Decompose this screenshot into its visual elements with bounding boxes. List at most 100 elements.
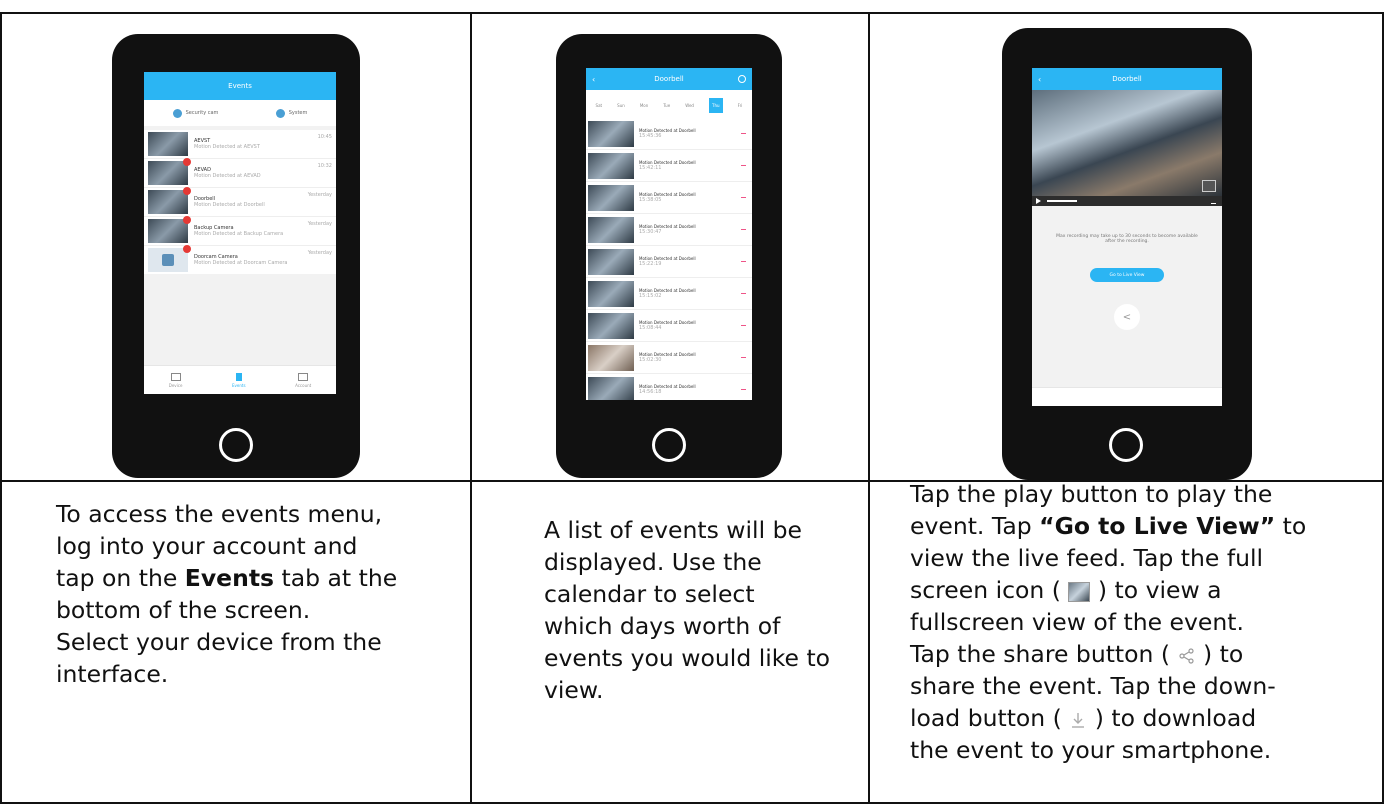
filter-system[interactable]: System [275, 108, 307, 118]
list-item[interactable]: AEVST Motion Detected at AEVST 10:45 [144, 130, 336, 159]
list-item[interactable]: Motion Detected at Doorbell 15:38:05 [586, 182, 752, 214]
calendar-day[interactable]: Wed [685, 103, 694, 108]
back-arrow-icon[interactable]: ‹ [1038, 75, 1041, 84]
settings-icon[interactable] [738, 75, 746, 83]
tab-device[interactable]: Device [169, 372, 182, 388]
account-tab-icon [298, 372, 309, 381]
device-list: AEVST Motion Detected at AEVST 10:45 AEV… [144, 130, 336, 274]
instruction-line: events you would like to [544, 644, 831, 672]
instruction-line: bottom of the screen. [56, 596, 311, 624]
list-item[interactable]: Motion Detected at Doorbell 15:30:47 [586, 214, 752, 246]
share-icon [1178, 647, 1194, 664]
calendar-day[interactable]: Sat [596, 103, 603, 108]
instruction-line: screen icon ( ) to view a [910, 576, 1222, 604]
event-thumbnail [588, 152, 634, 179]
calendar-strip: Sat Sun Mon Tue Wed Thu Fri [586, 94, 752, 116]
list-item[interactable]: Motion Detected at Doorbell 15:15:02 [586, 278, 752, 310]
share-button[interactable]: < [1114, 304, 1140, 330]
device-desc: Motion Detected at Backup Camera [194, 231, 284, 237]
go-to-live-view-label: “Go to Live View” [1039, 512, 1276, 540]
panel1-text-cell: To access the events menu, log into your… [2, 482, 472, 802]
device-time: Yesterday [307, 250, 332, 256]
instruction-line: event. Tap “Go to Live View” to [910, 512, 1307, 540]
instruction-line: view. [544, 676, 604, 704]
camera-icon [162, 254, 174, 266]
device-time: 10:45 [317, 134, 332, 140]
device-thumbnail [148, 187, 191, 214]
panel3-text-cell: Tap the play button to play the event. T… [870, 480, 1382, 802]
device-time: 10:32 [317, 163, 332, 169]
badge-icon [183, 187, 191, 195]
device-thumbnail [148, 216, 191, 243]
list-item[interactable]: Motion Detected at Doorbell 15:08:44 [586, 310, 752, 342]
more-icon[interactable] [741, 165, 746, 166]
event-time: 15:08:44 [639, 325, 662, 331]
calendar-day[interactable]: Fri [738, 103, 743, 108]
list-item[interactable]: AEVAD Motion Detected at AEVAD 10:32 [144, 158, 336, 188]
event-time: 15:42:11 [639, 165, 662, 171]
progress-bar[interactable] [1047, 200, 1077, 202]
list-item[interactable]: Motion Detected at Doorbell 15:22:19 [586, 246, 752, 278]
phone-screen-event-list: ‹ Doorbell Sat Sun Mon Tue Wed Thu Fri M… [586, 68, 752, 400]
device-desc: Motion Detected at Doorbell [194, 202, 265, 208]
event-thumbnail [588, 344, 634, 371]
app-header: ‹ Doorbell [1032, 68, 1222, 90]
panel3-image-cell: ‹ Doorbell Max recording may take up to … [870, 14, 1382, 482]
instruction-line: view the live feed. Tap the full [910, 544, 1264, 572]
device-tab-icon [170, 372, 181, 381]
fullscreen-icon[interactable] [1202, 180, 1216, 192]
device-desc: Motion Detected at Doorcam Camera [194, 260, 288, 266]
more-icon[interactable] [741, 293, 746, 294]
player-controls [1032, 196, 1222, 206]
list-item[interactable]: Motion Detected at Doorbell 15:02:30 [586, 342, 752, 374]
events-tab-icon [235, 372, 242, 381]
home-button-icon [1109, 428, 1143, 462]
list-item[interactable]: Motion Detected at Doorbell 15:45:36 [586, 118, 752, 150]
tab-account[interactable]: Account [295, 372, 311, 388]
event-thumbnail [588, 376, 634, 400]
list-item[interactable]: Backup Camera Motion Detected at Backup … [144, 216, 336, 246]
event-thumbnail [588, 312, 634, 339]
instruction-line: the event to your smartphone. [910, 736, 1272, 764]
list-item[interactable]: Doorbell Motion Detected at Doorbell Yes… [144, 187, 336, 217]
calendar-day[interactable]: Mon [640, 103, 648, 108]
device-thumbnail [148, 245, 191, 272]
event-time: 15:15:02 [639, 293, 662, 299]
panel2-image-cell: ‹ Doorbell Sat Sun Mon Tue Wed Thu Fri M… [472, 14, 870, 482]
list-item[interactable]: Motion Detected at Doorbell 15:42:11 [586, 150, 752, 182]
event-time: 15:22:19 [639, 261, 662, 267]
calendar-day[interactable]: Sun [617, 103, 625, 108]
more-icon[interactable] [741, 357, 746, 358]
instruction-line: A list of events will be [544, 516, 802, 544]
filter-security-cam[interactable]: Security cam [172, 108, 218, 118]
calendar-day[interactable]: Tue [663, 103, 670, 108]
event-thumbnail [588, 280, 634, 307]
download-icon[interactable] [1211, 198, 1216, 204]
device-thumbnail [148, 132, 188, 156]
phone-screen-events-home: Events Security cam System AEVST Motion [144, 72, 336, 394]
phone-illustration: Events Security cam System AEVST Motion [112, 34, 360, 478]
more-icon[interactable] [741, 229, 746, 230]
more-icon[interactable] [741, 261, 746, 262]
more-icon[interactable] [741, 133, 746, 134]
more-icon[interactable] [741, 197, 746, 198]
list-item[interactable]: Motion Detected at Doorbell 14:56:18 [586, 374, 752, 400]
instruction-table: Events Security cam System AEVST Motion [0, 12, 1384, 804]
home-button-icon [219, 428, 253, 462]
filter-row: Security cam System [144, 100, 336, 126]
go-to-live-view-button[interactable]: Go to Live View [1090, 268, 1164, 282]
video-player[interactable] [1032, 90, 1222, 196]
device-desc: Motion Detected at AEVAD [194, 173, 261, 179]
back-arrow-icon[interactable]: ‹ [592, 75, 595, 84]
tab-events[interactable]: Events [232, 372, 246, 388]
event-time: 14:56:18 [639, 389, 662, 395]
list-item[interactable]: Doorcam Camera Motion Detected at Doorca… [144, 245, 336, 274]
calendar-day-selected[interactable]: Thu [709, 97, 723, 113]
more-icon[interactable] [741, 389, 746, 390]
badge-icon [183, 216, 191, 224]
instruction-line: interface. [56, 660, 169, 688]
instruction-line: which days worth of [544, 612, 781, 640]
play-icon[interactable] [1036, 198, 1041, 204]
more-icon[interactable] [741, 325, 746, 326]
camera-icon [172, 108, 182, 118]
